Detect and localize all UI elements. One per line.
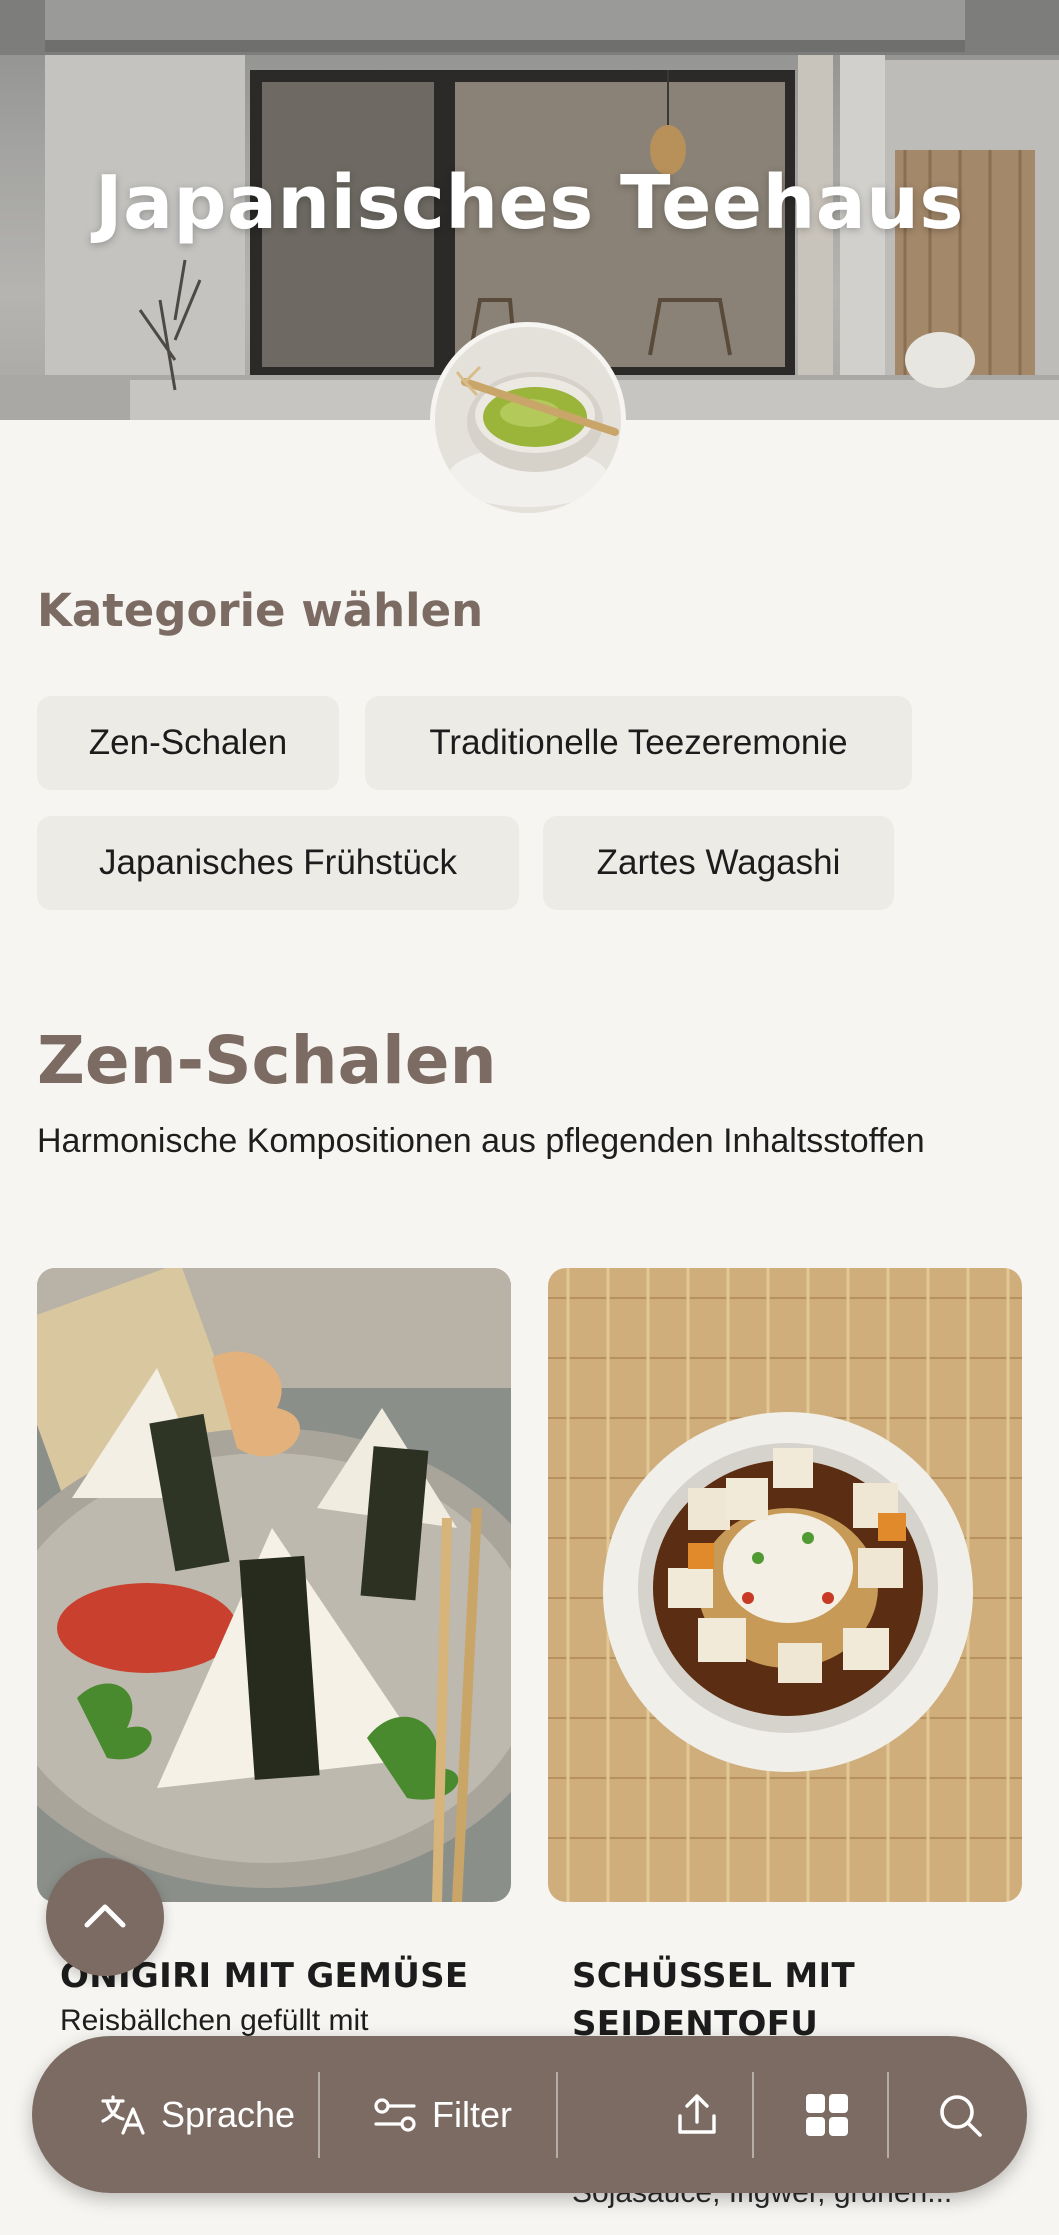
toolbar-divider xyxy=(887,2072,889,2158)
teahouse-logo xyxy=(430,322,626,518)
toolbar-divider xyxy=(556,2072,558,2158)
matcha-bowl-image xyxy=(435,327,621,513)
bottom-toolbar: Sprache Filter xyxy=(32,2036,1027,2193)
language-button[interactable]: Sprache xyxy=(72,2036,322,2193)
filter-label: Filter xyxy=(432,2093,512,2135)
chip-zen-schalen[interactable]: Zen-Schalen xyxy=(37,696,339,790)
grid-icon xyxy=(806,2093,848,2136)
scroll-to-top-button[interactable] xyxy=(46,1858,164,1976)
share-icon xyxy=(678,2093,716,2134)
onigiri-image[interactable] xyxy=(37,1268,511,1902)
page-title: Japanisches Teehaus xyxy=(95,160,964,246)
chip-label: Japanisches Frühstück xyxy=(99,843,457,882)
chip-japanisches-fruehstueck[interactable]: Japanisches Frühstück xyxy=(37,816,519,910)
search-button[interactable] xyxy=(897,2036,1022,2193)
share-button[interactable] xyxy=(632,2036,762,2193)
filter-icon xyxy=(374,2097,416,2132)
chip-label: Traditionelle Teezeremonie xyxy=(429,723,848,762)
section-title: Zen-Schalen xyxy=(37,1022,497,1099)
chevron-up-icon xyxy=(84,1904,126,1928)
item-title[interactable]: SCHÜSSEL MIT SEIDENTOFU xyxy=(572,1952,1012,2048)
chip-zartes-wagashi[interactable]: Zartes Wagashi xyxy=(543,816,894,910)
section-description: Harmonische Kompositionen aus pflegenden… xyxy=(37,1122,925,1160)
chip-label: Zen-Schalen xyxy=(88,723,288,762)
item-description: Reisbällchen gefüllt mit xyxy=(60,2004,369,2037)
language-label: Sprache xyxy=(160,2093,296,2135)
toolbar-divider xyxy=(752,2072,754,2158)
grid-view-button[interactable] xyxy=(762,2036,892,2193)
toolbar-divider xyxy=(318,2072,320,2158)
search-icon xyxy=(939,2094,982,2137)
chip-traditionelle-teezeremonie[interactable]: Traditionelle Teezeremonie xyxy=(365,696,912,790)
chip-label: Zartes Wagashi xyxy=(596,843,841,882)
tofu-bowl-image[interactable] xyxy=(548,1268,1022,1902)
translate-icon xyxy=(101,2094,145,2135)
category-heading: Kategorie wählen xyxy=(37,584,484,637)
filter-button[interactable]: Filter xyxy=(332,2036,552,2193)
